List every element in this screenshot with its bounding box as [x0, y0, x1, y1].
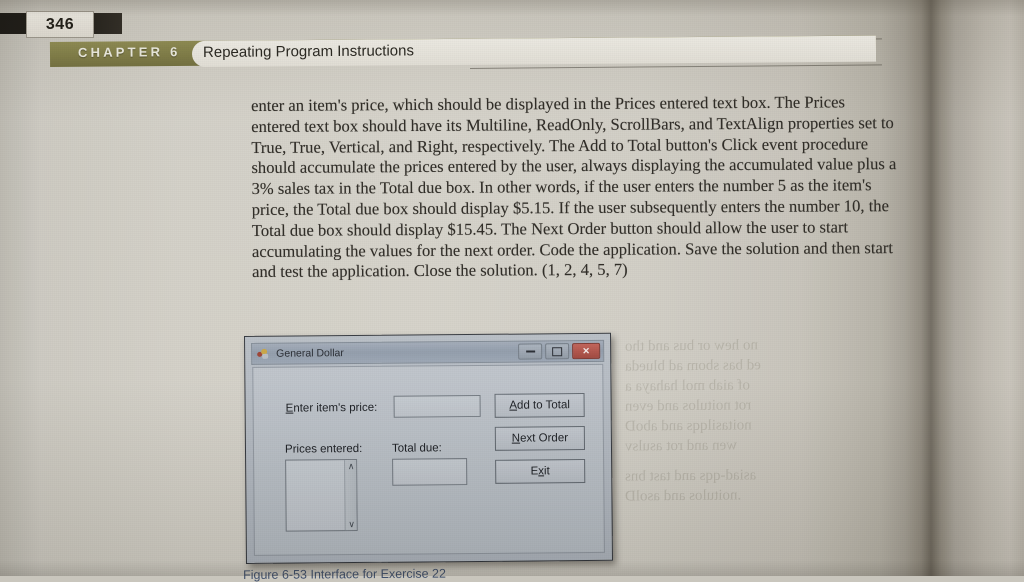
price-input[interactable]	[393, 394, 481, 418]
paragraph-text: enter an item's price, which should be d…	[251, 92, 897, 282]
close-icon: ✕	[582, 345, 590, 356]
scroll-up-icon[interactable]: ∧	[346, 461, 356, 471]
add-button-rest: dd to Total	[516, 399, 570, 412]
price-label-accesskey: E	[285, 402, 294, 415]
next-order-button[interactable]: Next Order	[494, 426, 586, 451]
add-button-accesskey: A	[509, 399, 518, 412]
close-button[interactable]: ✕	[572, 342, 601, 360]
next-button-accesskey: N	[511, 432, 521, 445]
total-due-textbox[interactable]	[392, 458, 468, 486]
price-label-rest: nter item's price:	[293, 401, 378, 415]
total-due-label: Total due:	[391, 442, 442, 455]
prices-entered-textbox[interactable]: ∧ ∨	[285, 459, 358, 532]
showthrough-line-6: wen and rot asulsv	[624, 437, 738, 455]
chapter-label: CHAPTER 6	[77, 44, 181, 60]
showthrough-line-3: of aiab mol hahaya a	[624, 377, 751, 395]
prices-scrollbar[interactable]: ∧ ∨	[344, 460, 357, 531]
add-to-total-button[interactable]: Add to Total	[494, 393, 585, 418]
minimize-button[interactable]	[518, 343, 543, 360]
scroll-down-icon[interactable]: ∨	[347, 519, 357, 529]
chapter-title: Repeating Program Instructions	[202, 42, 414, 61]
vb-form-icon	[257, 348, 270, 360]
price-label: Enter item's price:	[286, 402, 378, 415]
next-button-rest: ext Order	[520, 432, 569, 445]
book-page: 346 CHAPTER 6 Repeating Program Instruct…	[0, 0, 1024, 582]
form-title-text: General Dollar	[276, 347, 344, 360]
page-number: 346	[26, 11, 94, 38]
exit-button[interactable]: Ex it	[495, 459, 586, 484]
form-title-bar[interactable]: General Dollar ✕	[251, 339, 605, 365]
maximize-button[interactable]	[545, 343, 570, 360]
header-rule-bottom	[469, 64, 882, 69]
exit-button-pre: E	[530, 465, 539, 478]
showthrough-line-5: noitasilqqs and aboD	[624, 417, 752, 435]
showthrough-line-2: ed bas sbom ad blueda	[624, 357, 761, 375]
exit-button-rest: it	[543, 465, 550, 478]
showthrough-line-8: .noitulos and asolD	[624, 487, 742, 505]
showthrough-line-7: asiad-qqs and tast bns	[624, 467, 757, 485]
form-client-area: Enter item's price: Add to Total Next Or…	[252, 363, 605, 556]
figure-caption: Figure 6-53 Interface for Exercise 22	[243, 566, 446, 582]
body-paragraph: enter an item's price, which should be d…	[251, 92, 898, 283]
prices-entered-label: Prices entered:	[284, 442, 363, 456]
vb-form-figure: General Dollar ✕ Enter item's price: Add…	[244, 332, 613, 564]
showthrough-line-4: rot noitulos and even	[624, 397, 752, 415]
window-button-group: ✕	[518, 342, 601, 360]
showthrough-line-1: no hew or bus and tho	[624, 337, 758, 355]
